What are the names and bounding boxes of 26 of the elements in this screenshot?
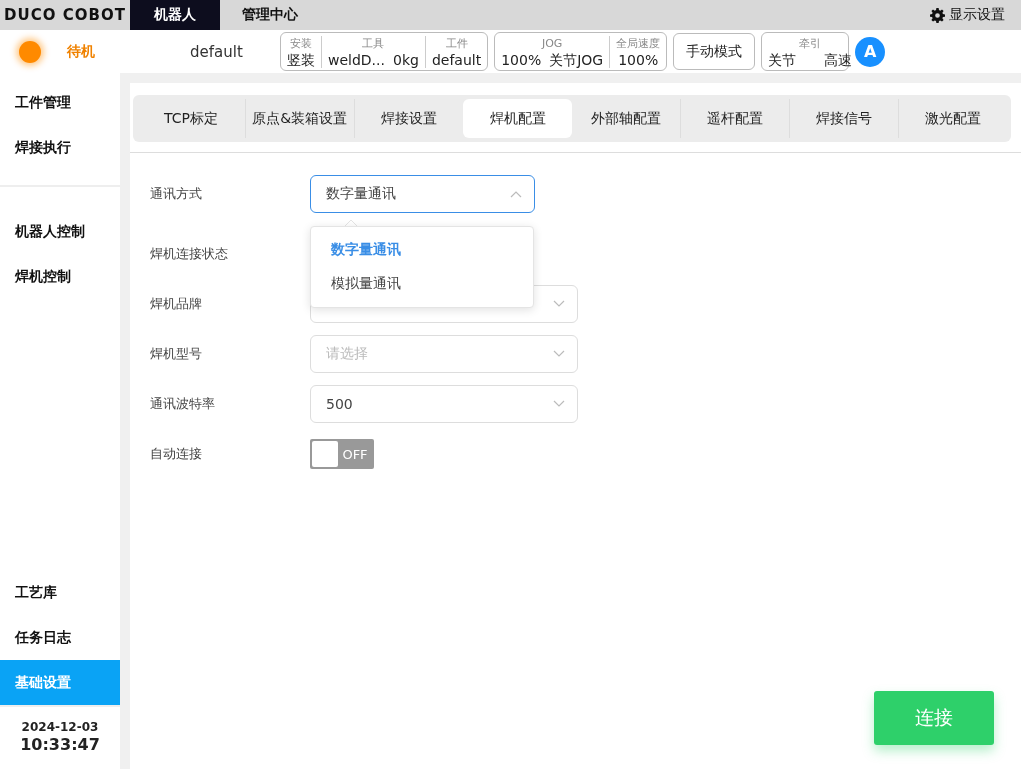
info-value: 100% — [501, 51, 542, 68]
info-label: 工件 — [445, 35, 468, 52]
field-label: 焊机连接状态 — [150, 245, 229, 263]
info-label: 工具 — [362, 35, 385, 52]
status-label: 待机 — [67, 42, 95, 61]
field-label: 通讯波特率 — [150, 395, 216, 413]
info-value: 高速 — [824, 51, 853, 68]
info-label: JOG — [541, 35, 563, 52]
field-label: 自动连接 — [150, 445, 203, 463]
info-label: 牵引 — [799, 35, 822, 52]
info-value: 关节JOG — [549, 51, 604, 68]
field-label: 焊机品牌 — [150, 295, 203, 313]
info-value: default — [431, 51, 482, 68]
info-value: 0kg — [393, 51, 419, 68]
info-value: 竖装 — [287, 51, 315, 68]
time-text: 10:33:47 — [20, 736, 100, 753]
date-text: 2024-12-03 — [21, 719, 99, 736]
info-label: 全局速度 — [616, 35, 661, 52]
info-value: 100% — [618, 51, 659, 68]
info-value: weldD... — [328, 51, 385, 68]
info-value: 关节 — [768, 51, 797, 68]
field-label: 焊机型号 — [150, 345, 203, 363]
logo: DUCO COBOT — [3, 6, 127, 24]
program-name: default — [190, 42, 244, 61]
field-label: 通讯方式 — [150, 185, 203, 203]
info-label: 安装 — [290, 35, 312, 52]
